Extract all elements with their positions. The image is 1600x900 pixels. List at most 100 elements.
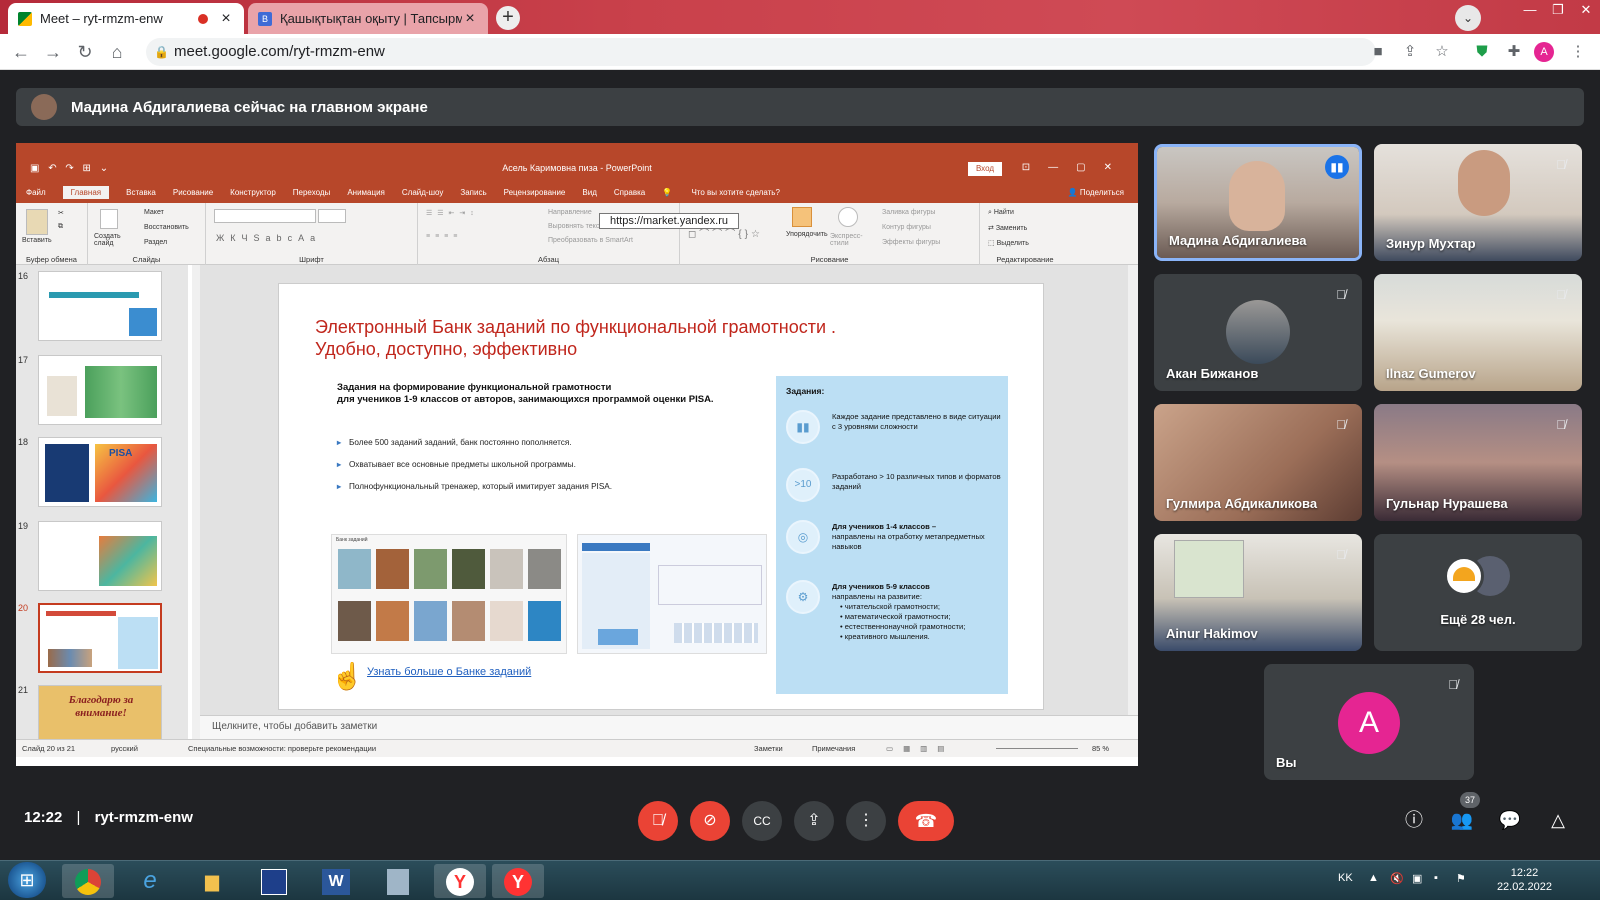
flag-icon[interactable]: ⚑ bbox=[1456, 872, 1466, 885]
menu-transitions[interactable]: Переходы bbox=[293, 188, 331, 199]
shield-icon[interactable]: ⛊ bbox=[1472, 42, 1492, 62]
accessibility-status[interactable]: Специальные возможности: проверьте реком… bbox=[188, 744, 376, 753]
direction-button[interactable]: Направление bbox=[548, 209, 592, 216]
notepad-tray-icon[interactable]: ▪ bbox=[1434, 872, 1438, 884]
tab-search-icon[interactable]: ⌄ bbox=[1455, 5, 1481, 31]
back-icon[interactable]: ← bbox=[10, 41, 32, 63]
calculator-icon[interactable] bbox=[372, 864, 424, 898]
new-slide-label[interactable]: Создать слайд bbox=[94, 233, 128, 247]
menu-home[interactable]: Главная bbox=[62, 186, 110, 199]
participant-tile[interactable]: 🎙̸ Ainur Hakimov bbox=[1154, 534, 1362, 651]
more-participants-tile[interactable]: Ещё 28 чел. bbox=[1374, 534, 1582, 651]
quick-styles-label[interactable]: Экспресс-стили bbox=[830, 233, 870, 247]
url-bar[interactable]: 🔒 meet.google.com/ryt-rmzm-enw bbox=[146, 38, 1376, 66]
chrome-icon[interactable] bbox=[62, 864, 114, 898]
participant-tile[interactable]: ▮▮ Мадина Абдигалиева bbox=[1154, 144, 1362, 261]
word-icon[interactable]: W bbox=[310, 864, 362, 898]
language-status[interactable]: русский bbox=[111, 744, 138, 753]
menu-help[interactable]: Справка bbox=[614, 188, 645, 199]
chat-icon[interactable]: 💬 bbox=[1496, 806, 1524, 834]
list-icons[interactable]: ☰☰⇤⇥↕ bbox=[426, 209, 479, 217]
menu-view[interactable]: Вид bbox=[582, 188, 596, 199]
quick-styles-icon[interactable] bbox=[838, 207, 858, 227]
volume-muted-icon[interactable]: 🔇 bbox=[1390, 872, 1404, 885]
tell-me-search[interactable]: 💡 Что вы хотите сделать? bbox=[662, 188, 797, 199]
yandex-icon[interactable]: Y bbox=[492, 864, 544, 898]
bookmark-star-icon[interactable]: ☆ bbox=[1432, 42, 1452, 62]
notes-toggle[interactable]: Заметки bbox=[754, 744, 783, 753]
camera-toggle-button[interactable]: ⊘ bbox=[690, 801, 730, 841]
slide-thumbnail[interactable] bbox=[38, 521, 162, 591]
tray-arrow-icon[interactable]: ▲ bbox=[1368, 872, 1379, 884]
editor-scrollbar[interactable] bbox=[1128, 265, 1138, 715]
slide-thumbnail[interactable] bbox=[38, 355, 162, 425]
menu-draw[interactable]: Рисование bbox=[173, 188, 213, 199]
home-icon[interactable]: ⌂ bbox=[106, 41, 128, 63]
thumbnails-scrollbar[interactable] bbox=[192, 265, 200, 753]
people-icon[interactable]: 👥 bbox=[1448, 806, 1476, 834]
yandex-icon[interactable]: Y bbox=[434, 864, 486, 898]
arrange-label[interactable]: Упорядочить bbox=[786, 231, 828, 238]
ppt-share-button[interactable]: 👤 Поделиться bbox=[1068, 188, 1124, 197]
mic-toggle-button[interactable]: 🎙̸ bbox=[638, 801, 678, 841]
signin-button[interactable]: Вход bbox=[968, 162, 1002, 176]
captions-button[interactable]: CC bbox=[742, 801, 782, 841]
outline-button[interactable]: Контур фигуры bbox=[882, 224, 931, 231]
tab-meet[interactable]: Meet – ryt-rmzm-enw × bbox=[8, 3, 244, 34]
copy-icon[interactable]: ⧉ bbox=[58, 223, 63, 231]
effects-button[interactable]: Эффекты фигуры bbox=[882, 239, 940, 246]
participant-tile[interactable]: 🎙̸ Гулмира Абдикаликова bbox=[1154, 404, 1362, 521]
profile-avatar[interactable]: A bbox=[1534, 42, 1554, 62]
network-icon[interactable]: ▣ bbox=[1412, 872, 1422, 885]
participant-tile[interactable]: 🎙̸ Гульнар Нурашева bbox=[1374, 404, 1582, 521]
slide-thumbnail[interactable]: PISA bbox=[38, 437, 162, 507]
windows-start-icon[interactable]: ⊞ bbox=[8, 862, 46, 898]
section-button[interactable]: Раздел bbox=[144, 239, 167, 246]
zoom-level[interactable]: 85 % bbox=[1092, 744, 1109, 753]
reset-button[interactable]: Восстановить bbox=[144, 224, 189, 231]
notepad-icon[interactable] bbox=[248, 864, 300, 898]
layout-button[interactable]: Макет bbox=[144, 209, 164, 216]
smartart-button[interactable]: Преобразовать в SmartArt bbox=[548, 237, 633, 244]
font-format-icons[interactable]: ЖКЧSabcAa bbox=[216, 233, 321, 243]
share-page-icon[interactable]: ⇪ bbox=[1400, 42, 1420, 62]
keyboard-language[interactable]: KK bbox=[1338, 872, 1353, 884]
tab-bilimland[interactable]: B Қашықтықтан оқыту | Тапсырм × bbox=[248, 3, 488, 34]
system-clock[interactable]: 12:22 22.02.2022 bbox=[1497, 866, 1552, 894]
menu-record[interactable]: Запись bbox=[460, 188, 486, 199]
view-buttons[interactable]: ▭▦▥▤ bbox=[886, 744, 954, 753]
menu-insert[interactable]: Вставка bbox=[126, 188, 156, 199]
zoom-slider[interactable] bbox=[996, 748, 1078, 749]
participant-tile[interactable]: 🎙̸ Акан Бижанов bbox=[1154, 274, 1362, 391]
participant-tile[interactable]: 🎙̸ Зинур Мухтар bbox=[1374, 144, 1582, 261]
select-button[interactable]: ⬚ Выделить bbox=[988, 239, 1029, 247]
align-text-button[interactable]: Выровнять текст bbox=[548, 223, 603, 230]
restore-icon[interactable]: ❐ bbox=[1544, 0, 1572, 24]
camera-icon[interactable]: ■ bbox=[1368, 42, 1388, 62]
end-call-button[interactable]: ☎ bbox=[898, 801, 954, 841]
present-button[interactable]: ⇪ bbox=[794, 801, 834, 841]
menu-file[interactable]: Файл bbox=[26, 188, 46, 199]
menu-animation[interactable]: Анимация bbox=[347, 188, 385, 199]
ppt-window-controls[interactable]: ⊡—▢✕ bbox=[1022, 162, 1130, 173]
paste-label[interactable]: Вставить bbox=[22, 237, 52, 244]
slide-thumbnail[interactable]: Благодарю за внимание! bbox=[38, 685, 162, 745]
cut-icon[interactable]: ✂ bbox=[58, 209, 64, 217]
self-tile[interactable]: A 🎙̸ Вы bbox=[1264, 664, 1474, 780]
activities-icon[interactable]: △ bbox=[1544, 806, 1572, 834]
fill-button[interactable]: Заливка фигуры bbox=[882, 209, 935, 216]
close-window-icon[interactable]: ✕ bbox=[1572, 0, 1600, 24]
current-slide[interactable]: Электронный Банк заданий по функциональн… bbox=[278, 283, 1044, 710]
extensions-icon[interactable]: ✚ bbox=[1504, 42, 1524, 62]
menu-design[interactable]: Конструктор bbox=[230, 188, 276, 199]
close-tab-icon[interactable]: × bbox=[462, 10, 478, 28]
forward-icon[interactable]: → bbox=[42, 41, 64, 63]
align-icons[interactable]: ≡≡≡≡ bbox=[426, 233, 462, 240]
slide-thumbnail-selected[interactable] bbox=[38, 603, 162, 673]
browser-menu-icon[interactable]: ⋮ bbox=[1568, 42, 1588, 62]
font-name-select[interactable] bbox=[214, 209, 316, 223]
font-size-select[interactable] bbox=[318, 209, 346, 223]
notes-pane[interactable]: Щелкните, чтобы добавить заметки bbox=[200, 715, 1138, 739]
new-tab-button[interactable]: + bbox=[496, 6, 520, 30]
ie-icon[interactable]: e bbox=[124, 864, 176, 898]
